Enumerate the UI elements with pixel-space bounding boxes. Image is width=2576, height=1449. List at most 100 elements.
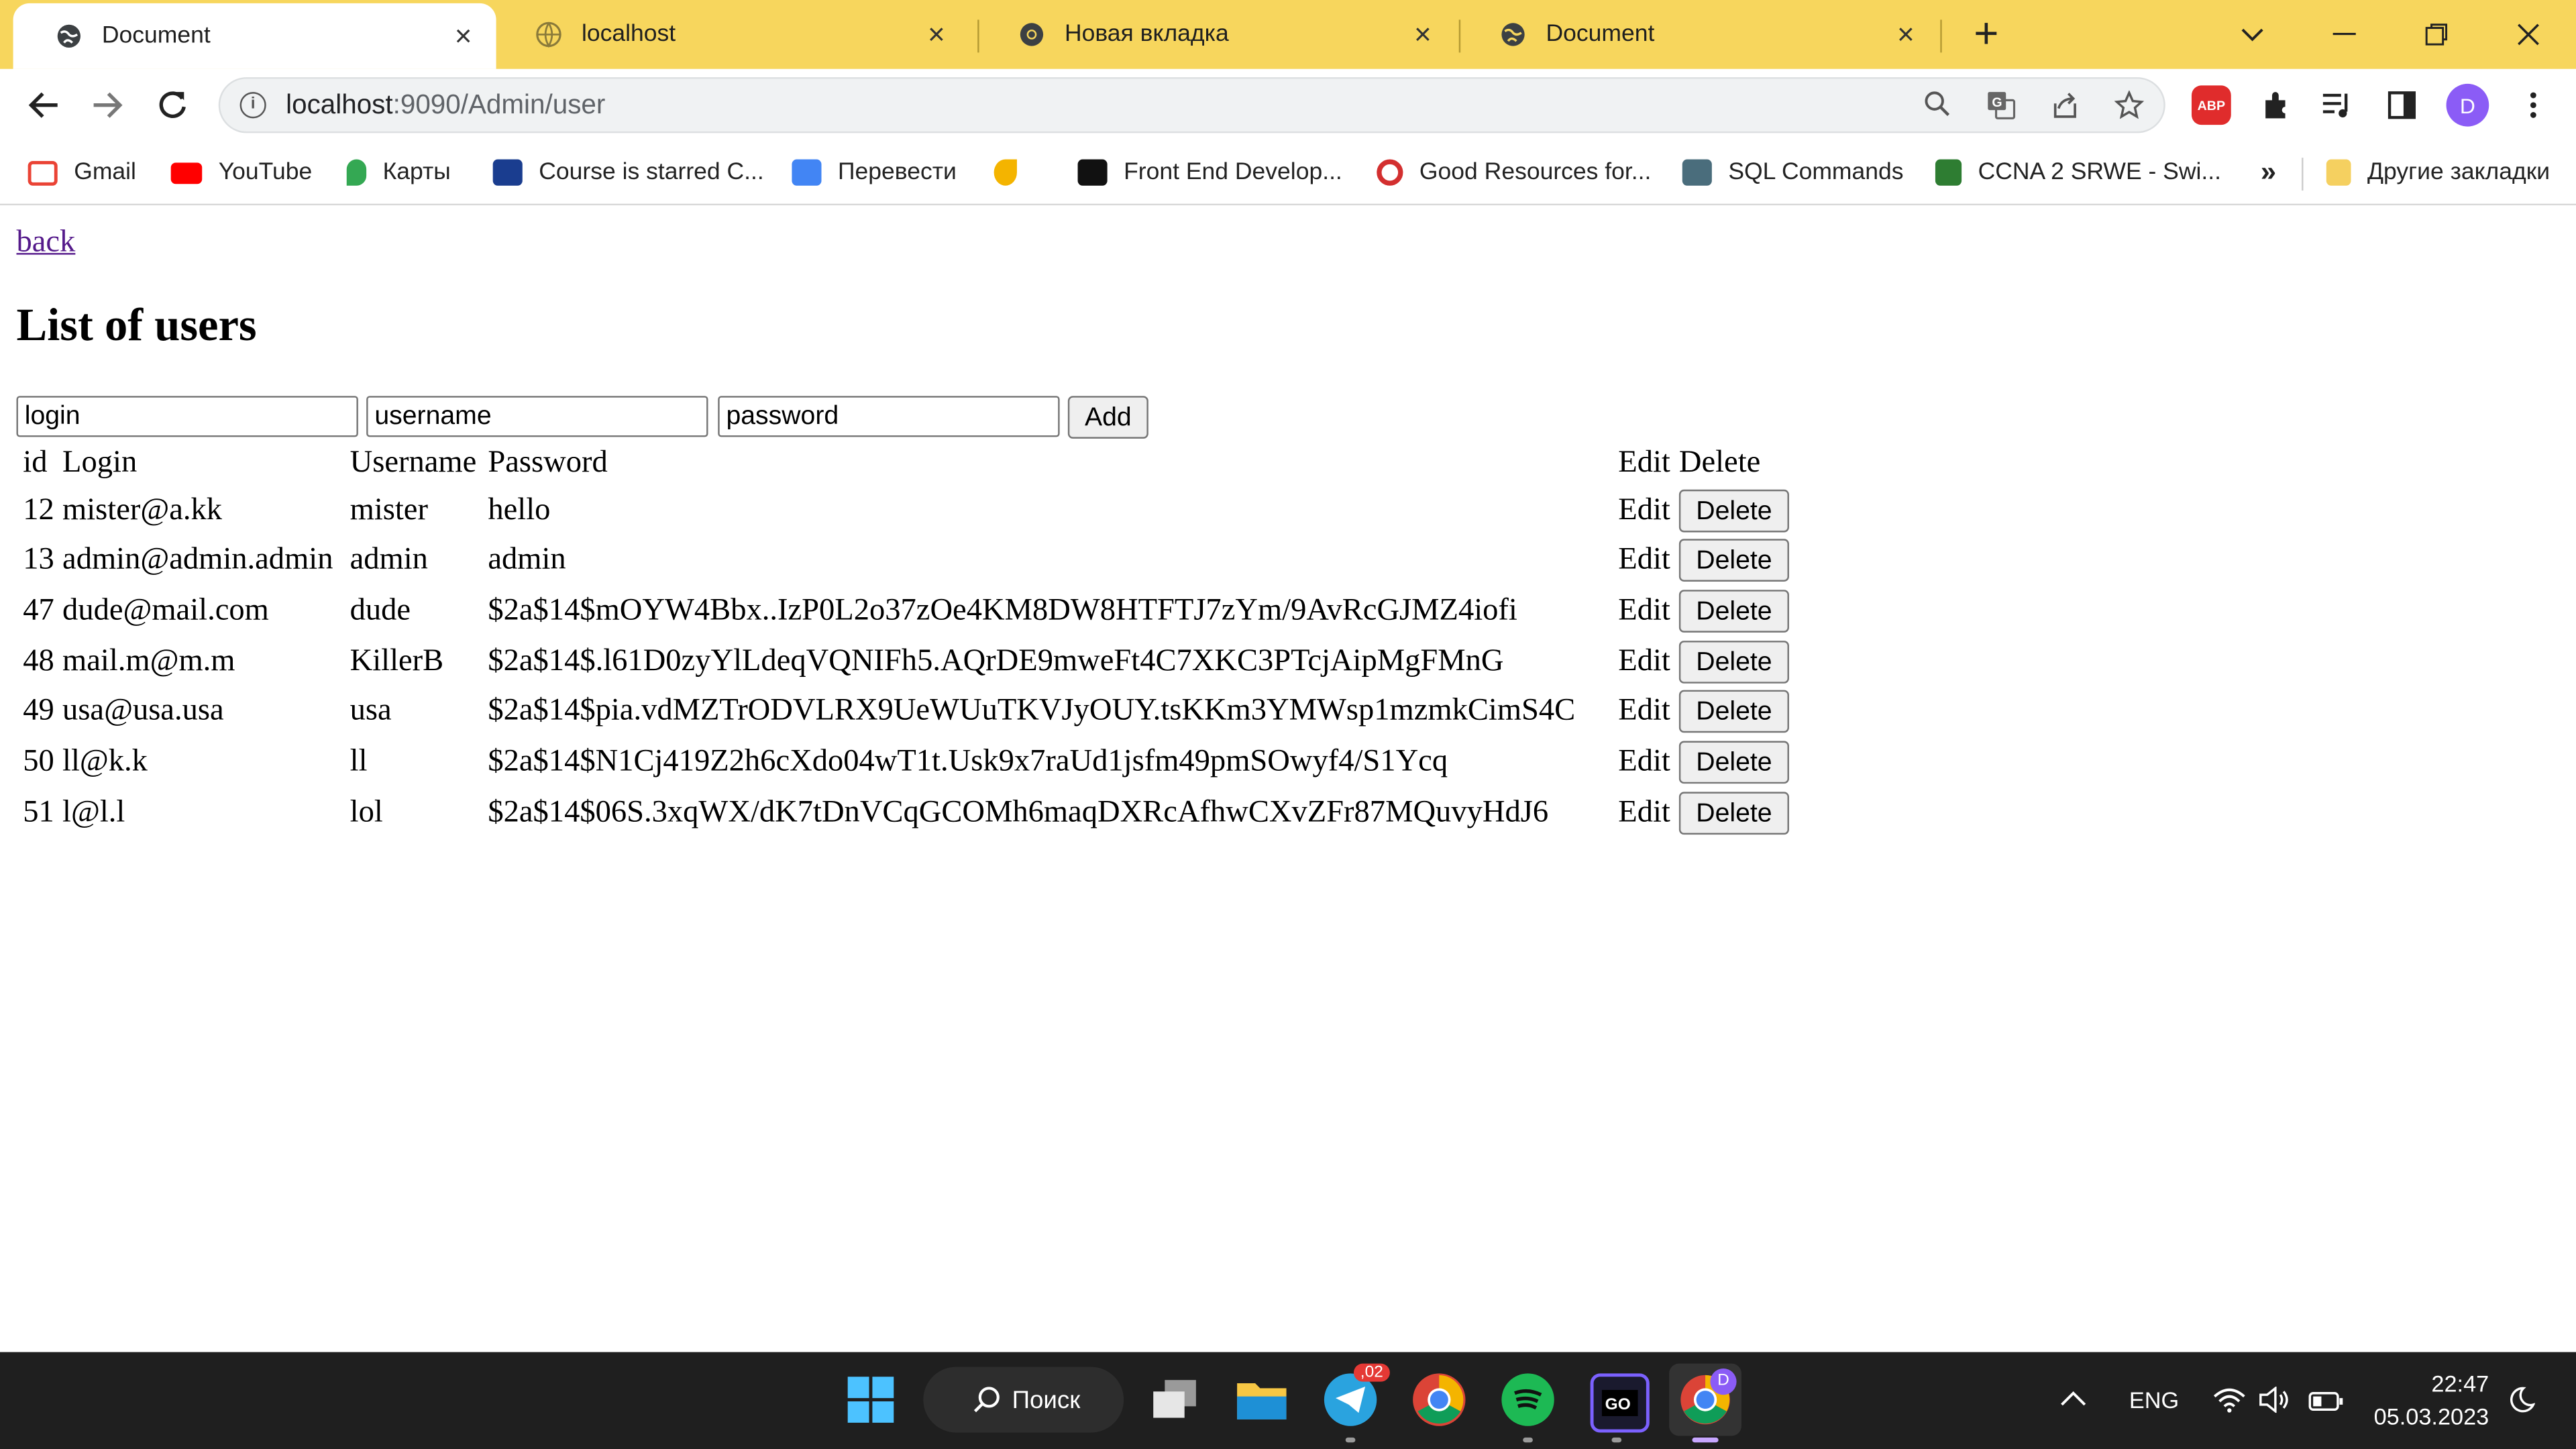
arrow-right-icon bbox=[93, 92, 123, 118]
url-text[interactable]: localhost:9090/Admin/user bbox=[286, 91, 605, 122]
bookmark-good-resources[interactable]: Good Resources for... bbox=[1377, 156, 1651, 189]
clock-date[interactable]: 05.03.2023 bbox=[2371, 1403, 2489, 1429]
notification-badge: ,02 bbox=[1353, 1363, 1390, 1382]
wifi-icon[interactable] bbox=[2213, 1387, 2246, 1418]
volume-icon[interactable] bbox=[2259, 1385, 2292, 1418]
goland-button[interactable]: GO bbox=[1590, 1373, 1650, 1433]
spotify-icon bbox=[1514, 1389, 1542, 1410]
edit-link[interactable]: Edit bbox=[1618, 493, 1670, 529]
more-bookmarks-button[interactable]: » bbox=[2261, 156, 2276, 189]
file-explorer-button[interactable] bbox=[1236, 1373, 1288, 1426]
tab-localhost[interactable]: localhost × bbox=[493, 0, 969, 69]
close-window-button[interactable] bbox=[2504, 10, 2553, 59]
bookmark-unnamed[interactable] bbox=[994, 156, 1034, 189]
header-password: Password bbox=[488, 445, 608, 480]
translate-icon[interactable]: G bbox=[1984, 91, 2017, 123]
battery-icon[interactable] bbox=[2308, 1390, 2345, 1416]
tab-document[interactable]: Document × bbox=[1457, 0, 1939, 69]
other-bookmarks-folder[interactable]: Другие закладки bbox=[2326, 156, 2550, 189]
bookmark-youtube[interactable]: YouTube bbox=[170, 156, 313, 189]
taskbar-search[interactable]: Поиск bbox=[923, 1366, 1124, 1433]
cell-login: l@l.l bbox=[62, 795, 125, 830]
adblock-icon[interactable]: ABP bbox=[2191, 85, 2231, 125]
login-input[interactable] bbox=[16, 396, 358, 437]
close-icon[interactable]: × bbox=[450, 21, 476, 51]
cell-username: admin bbox=[350, 542, 428, 577]
youtube-icon bbox=[170, 162, 203, 184]
delete-button[interactable]: Delete bbox=[1678, 539, 1789, 582]
tab-document-active[interactable]: Document × bbox=[13, 3, 496, 69]
delete-button[interactable]: Delete bbox=[1678, 489, 1789, 533]
bookmark-label: Перевести bbox=[837, 159, 957, 186]
restore-button[interactable] bbox=[2412, 10, 2461, 59]
edit-link[interactable]: Edit bbox=[1618, 693, 1670, 729]
edit-link[interactable]: Edit bbox=[1618, 542, 1670, 578]
edit-link[interactable]: Edit bbox=[1618, 744, 1670, 780]
delete-button[interactable]: Delete bbox=[1678, 641, 1789, 684]
menu-icon[interactable] bbox=[2514, 85, 2553, 125]
tab-title: Document bbox=[101, 23, 211, 50]
do-not-disturb-icon[interactable] bbox=[2509, 1387, 2536, 1418]
bookmark-gmail[interactable]: Gmail bbox=[28, 156, 136, 189]
bookmark-maps[interactable]: Карты bbox=[346, 156, 451, 189]
bookmark-translate[interactable]: Перевести bbox=[792, 156, 957, 189]
delete-button[interactable]: Delete bbox=[1678, 690, 1789, 733]
task-view-button[interactable] bbox=[1148, 1373, 1201, 1426]
username-input[interactable] bbox=[366, 396, 708, 437]
bookmark-ccna[interactable]: CCNA 2 SRWE - Swi... bbox=[1935, 156, 2221, 189]
bookmark-course[interactable]: Course is starred C... bbox=[492, 156, 764, 189]
address-bar[interactable]: i localhost:9090/Admin/user G bbox=[218, 77, 2165, 133]
close-icon[interactable]: × bbox=[923, 19, 949, 49]
edit-link[interactable]: Edit bbox=[1618, 644, 1670, 680]
bookmark-label: YouTube bbox=[218, 159, 313, 186]
bookmark-sql[interactable]: SQL Commands bbox=[1682, 156, 1904, 189]
running-indicator bbox=[1611, 1437, 1622, 1443]
spotify-button[interactable] bbox=[1501, 1373, 1554, 1426]
close-icon[interactable]: × bbox=[1409, 19, 1436, 49]
bookmark-label: Good Resources for... bbox=[1419, 159, 1652, 186]
cell-login: mail.m@m.m bbox=[62, 644, 235, 679]
gmail-icon bbox=[28, 160, 58, 185]
bookmark-frontend[interactable]: Front End Develop... bbox=[1077, 156, 1342, 189]
delete-button[interactable]: Delete bbox=[1678, 741, 1789, 784]
tab-search-button[interactable] bbox=[2228, 10, 2277, 59]
language-indicator[interactable]: ENG bbox=[2129, 1387, 2179, 1413]
delete-button[interactable]: Delete bbox=[1678, 792, 1789, 835]
clock-time[interactable]: 22:47 bbox=[2371, 1370, 2489, 1396]
header-id: id bbox=[23, 445, 48, 480]
cell-id: 13 bbox=[23, 542, 54, 577]
tab-new-tab[interactable]: Новая вкладка × bbox=[976, 0, 1456, 69]
cell-password: $2a$14$N1Cj419Z2h6cXdo04wT1t.Usk9x7raUd1… bbox=[488, 744, 1448, 779]
search-icon[interactable] bbox=[1921, 91, 1953, 123]
side-panel-icon[interactable] bbox=[2382, 85, 2422, 125]
telegram-button[interactable]: ,02 bbox=[1324, 1363, 1390, 1426]
edit-link[interactable]: Edit bbox=[1618, 593, 1670, 629]
start-button[interactable] bbox=[845, 1373, 897, 1426]
reload-button[interactable] bbox=[150, 82, 196, 128]
media-controls-icon[interactable] bbox=[2318, 85, 2358, 125]
close-icon[interactable]: × bbox=[1892, 19, 1919, 49]
add-button[interactable]: Add bbox=[1067, 396, 1148, 439]
extensions-icon[interactable] bbox=[2255, 85, 2295, 125]
back-link[interactable]: back bbox=[16, 225, 75, 262]
cell-id: 47 bbox=[23, 593, 54, 628]
info-icon[interactable]: i bbox=[239, 92, 266, 119]
bookmark-label: Gmail bbox=[74, 159, 136, 186]
show-hidden-icons-button[interactable] bbox=[2060, 1385, 2086, 1411]
sql-icon bbox=[1682, 159, 1712, 186]
chevron-up-icon bbox=[2061, 1391, 2086, 1406]
chrome-icon bbox=[1020, 23, 1044, 46]
share-icon[interactable] bbox=[2049, 91, 2082, 123]
minimize-button[interactable] bbox=[2320, 10, 2369, 59]
cell-username: ll bbox=[350, 744, 368, 779]
password-input[interactable] bbox=[718, 396, 1060, 437]
back-button[interactable] bbox=[19, 82, 66, 128]
new-tab-button[interactable]: + bbox=[1965, 11, 2008, 56]
edit-link[interactable]: Edit bbox=[1618, 795, 1670, 831]
profile-avatar[interactable]: D bbox=[2446, 83, 2489, 127]
delete-button[interactable]: Delete bbox=[1678, 590, 1789, 633]
forward-button[interactable] bbox=[85, 82, 131, 128]
chrome-profile-button-active[interactable]: D bbox=[1669, 1363, 1741, 1436]
chrome-button[interactable] bbox=[1413, 1373, 1466, 1426]
star-icon[interactable] bbox=[2112, 90, 2145, 123]
